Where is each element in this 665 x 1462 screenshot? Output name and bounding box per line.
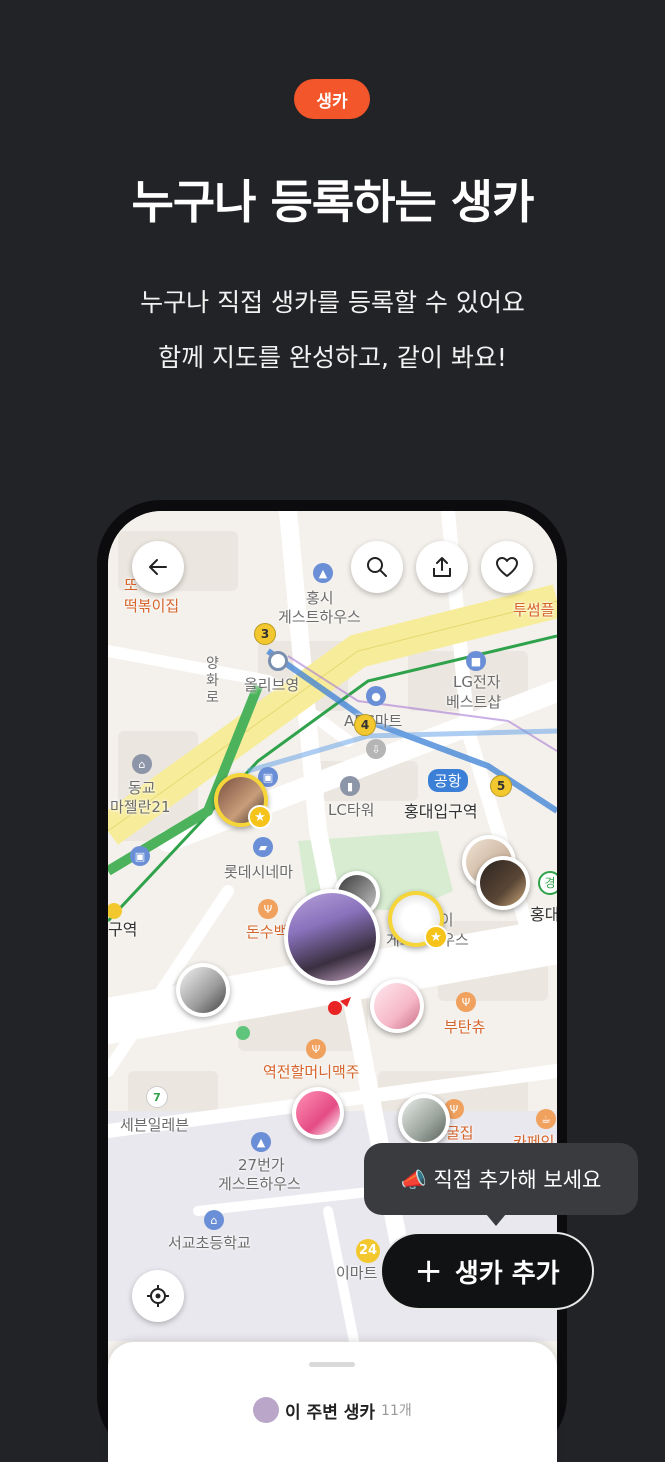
add-cafe-button[interactable]: + 생카 추가	[380, 1232, 594, 1310]
map-label: LC타워	[328, 801, 375, 819]
map-label: 올리브영	[244, 676, 300, 694]
description-line-2: 함께 지도를 완성하고, 같이 봐요!	[158, 343, 507, 372]
map-label: 공항	[428, 769, 468, 792]
map-label: 게스트하우스	[278, 608, 361, 626]
map-label: 떡볶이집	[124, 597, 180, 615]
shopping-bag-icon: ●	[366, 686, 386, 706]
category-badge: 생카	[294, 79, 370, 119]
cafe-pin[interactable]	[284, 889, 380, 985]
heart-icon	[496, 557, 518, 577]
sheet-header: 이 주변 생카 11개	[253, 1397, 412, 1423]
search-icon	[367, 557, 387, 577]
phone-screen: 또 떡볶이집 홍시 게스트하우스 투썸플 양화로 올리브영 LG전자 베스트샵 …	[108, 511, 557, 1451]
back-arrow-icon	[149, 559, 167, 575]
cafe-pin[interactable]	[176, 963, 230, 1017]
subway-exit-number: 5	[490, 775, 512, 797]
map-label: 투썸플	[513, 601, 555, 619]
sheet-count: 11개	[381, 1403, 412, 1419]
map-label: 세븐일레븐	[120, 1116, 190, 1134]
subway-exit-number: 4	[354, 714, 376, 736]
bank-icon: ⌂	[132, 754, 152, 774]
map-label: 경	[538, 871, 557, 895]
search-button[interactable]	[351, 541, 403, 593]
map-label: 홍시	[306, 589, 334, 607]
cafe-pin[interactable]: ★	[214, 773, 272, 829]
cafe-pin[interactable]	[398, 1094, 450, 1146]
map-label: 동교	[128, 779, 156, 797]
map-label: 서교초등학교	[168, 1234, 251, 1252]
plus-icon: +	[414, 1251, 443, 1291]
map-label: 게스트하우스	[218, 1175, 301, 1193]
map-label: 롯데시네마	[224, 863, 294, 881]
sheet-title: 이 주변 생카	[285, 1402, 376, 1423]
shop-icon: ■	[466, 651, 486, 671]
cafe-pin[interactable]	[476, 856, 530, 910]
subway-icon: ▣	[130, 846, 150, 866]
convenience-store-icon: 7	[146, 1086, 168, 1108]
cafe-pin[interactable]	[292, 1087, 344, 1139]
map-label: 부탄츄	[444, 1018, 486, 1036]
my-location-icon	[147, 1285, 169, 1307]
map-label: 구역	[108, 920, 138, 939]
cafe-pin[interactable]: ★	[388, 891, 448, 949]
map-label: 홍대	[530, 905, 557, 924]
description-line-1: 누구나 직접 생카를 등록할 수 있어요	[140, 288, 525, 317]
share-icon	[433, 557, 451, 577]
sheet-grabber[interactable]	[309, 1362, 355, 1367]
subway-exit-icon: ⇩	[366, 739, 386, 759]
cafe-icon: ☕	[536, 1109, 556, 1129]
favorite-button[interactable]	[481, 541, 533, 593]
map-label: LG전자	[453, 673, 501, 691]
add-hint-tooltip: 📣 직접 추가해 보세요	[364, 1143, 638, 1226]
map-label: 27번가	[238, 1156, 285, 1174]
map-label: 베스트샵	[446, 693, 502, 711]
map-label: 역전할머니맥주	[263, 1063, 360, 1081]
my-location-button[interactable]	[132, 1270, 184, 1322]
avatar	[253, 1397, 279, 1423]
map-label: 이마트	[336, 1264, 378, 1282]
restaurant-icon: Ψ	[258, 899, 278, 919]
map-label: 마젤란21	[110, 798, 171, 816]
subway-exit-number: 3	[254, 623, 276, 645]
convenience-store-badge: 24	[356, 1239, 380, 1263]
add-cafe-label: 생카 추가	[454, 1258, 560, 1289]
star-icon: ★	[424, 925, 448, 949]
cinema-icon: ▰	[253, 837, 273, 857]
headline: 누구나 등록하는 생카	[131, 175, 535, 229]
school-icon: ⌂	[204, 1210, 224, 1230]
share-button[interactable]	[416, 541, 468, 593]
restaurant-icon: Ψ	[306, 1039, 326, 1059]
back-button[interactable]	[132, 541, 184, 593]
map-label: 돈수백	[246, 923, 288, 941]
office-icon: ▮	[340, 776, 360, 796]
nearby-sheet[interactable]: 이 주변 생카 11개	[108, 1342, 557, 1462]
map-label: 양화로	[206, 656, 219, 706]
star-icon: ★	[248, 805, 272, 829]
guesthouse-icon: ▲	[251, 1132, 271, 1152]
restaurant-icon: Ψ	[456, 992, 476, 1012]
store-icon	[268, 651, 288, 671]
cafe-pin[interactable]	[370, 979, 424, 1033]
guesthouse-icon: ▲	[313, 563, 333, 583]
map-label: 굴집	[446, 1124, 474, 1142]
map-label: 홍대입구역	[404, 802, 478, 821]
